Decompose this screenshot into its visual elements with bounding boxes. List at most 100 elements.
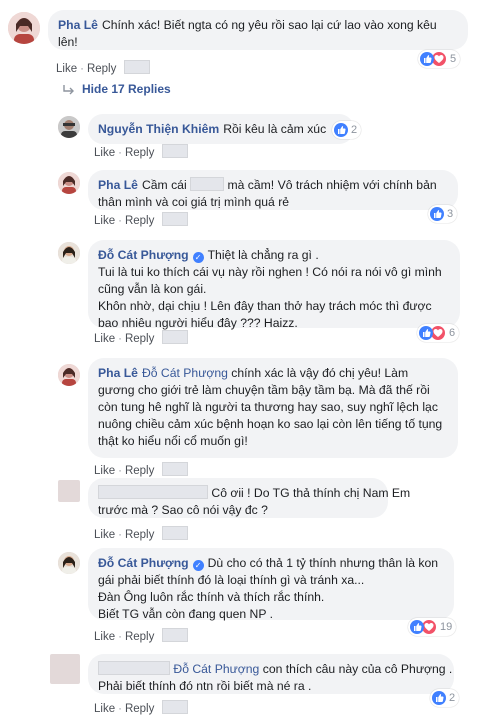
comment-text: Cô ơii ! Do TG thả thính chị Nam Em [211, 486, 411, 500]
comment-text: gái phải biết thính đó là loại thính gì … [98, 573, 365, 587]
comment-text: thân mình và coi giá trị mình quá rẻ [98, 195, 290, 209]
redacted-timestamp [123, 60, 150, 74]
reply-button[interactable]: Reply [125, 529, 154, 541]
comment-text: Cầm cái [141, 178, 187, 192]
comment-text: gương cho giới trẻ làm chuyện tầm bậy tầ… [98, 383, 430, 397]
reaction-count: 19 [440, 621, 453, 633]
comment-text: còn tung hê nghĩ là người ta thương hay … [98, 400, 438, 414]
comment-text: nuông chiều cảm xúc bệnh hoạn ko sao lại… [98, 417, 443, 431]
comment-actions: Like · Reply [94, 628, 188, 643]
avatar[interactable] [58, 552, 80, 574]
comment-actions: Like · Reply [56, 60, 150, 75]
separator: · [118, 215, 122, 227]
commenter-name[interactable]: Pha Lê [58, 18, 98, 32]
comment-text: Phải biết thính đó ntn rồi biết mà né ra… [98, 679, 312, 693]
comment-bubble: Đỗ Cát Phượng ✓ Dù cho có thả 1 tỷ thính n… [88, 548, 454, 621]
comment-bubble: Pha Lê Đỗ Cát Phượng chính xác là vậy đó … [88, 358, 458, 458]
comment-bubble: Đỗ Cát Phượng con thích câu này của cô P… [88, 654, 454, 694]
avatar[interactable] [8, 12, 40, 44]
avatar-image [58, 364, 80, 386]
reaction-summary[interactable]: 19 [408, 618, 457, 636]
avatar[interactable] [58, 480, 80, 502]
hide-replies-button[interactable]: Hide 17 Replies [62, 82, 171, 96]
reply-arrow-icon [62, 82, 76, 96]
like-reaction-icon [334, 123, 348, 137]
comment-text: Tui là tui ko thích cái vụ này rồi nghen… [98, 265, 442, 279]
avatar[interactable] [50, 654, 80, 684]
reply-button[interactable]: Reply [125, 703, 154, 715]
commenter-name[interactable]: Pha Lê [98, 178, 138, 192]
reply-button[interactable]: Reply [125, 631, 154, 643]
comment-actions: Like · Reply [94, 700, 188, 715]
redacted-timestamp [161, 330, 188, 344]
commenter-name[interactable]: Nguyễn Thiện Khiêm [98, 122, 219, 136]
reaction-summary[interactable]: 3 [428, 205, 458, 223]
separator: · [118, 703, 122, 715]
redacted-timestamp [161, 212, 188, 226]
reaction-summary[interactable]: 2 [332, 121, 362, 139]
reaction-summary[interactable]: 5 [418, 50, 461, 68]
separator: · [118, 631, 122, 643]
reaction-summary[interactable]: 6 [417, 324, 460, 342]
like-button[interactable]: Like [94, 147, 115, 159]
comment-text: Dù cho có thả 1 tỷ thính nhưng thân là k… [207, 556, 439, 570]
like-button[interactable]: Like [56, 63, 77, 75]
reaction-count: 2 [449, 692, 456, 704]
avatar[interactable] [58, 172, 80, 194]
commenter-name[interactable]: Pha Lê [98, 366, 138, 380]
mentioned-user[interactable]: Đỗ Cát Phượng [173, 662, 259, 676]
like-button[interactable]: Like [94, 215, 115, 227]
commenter-name[interactable]: Đỗ Cát Phượng [98, 248, 189, 262]
redacted-timestamp [161, 462, 188, 476]
comment-bubble: Nguyễn Thiện Khiêm Rồi kêu là cảm xúc [88, 114, 354, 144]
comment-text: Khôn nhờ, dại chịu ! Lên đây than thở ha… [98, 299, 432, 313]
verified-badge-icon: ✓ [192, 560, 204, 571]
reply-button[interactable]: Reply [125, 333, 154, 345]
comment-bubble: Pha Lê Cầm cái mà cầm! Vô trách nhiệm với… [88, 170, 458, 210]
reply-button[interactable]: Reply [125, 215, 154, 227]
comment-text: Rồi kêu là cảm xúc [223, 122, 327, 136]
like-reaction-icon [419, 326, 433, 340]
reaction-summary[interactable]: 2 [430, 689, 460, 707]
mentioned-user[interactable]: Đỗ Cát Phượng [142, 366, 228, 380]
like-reaction-icon [420, 52, 434, 66]
commenter-name[interactable]: Đỗ Cát Phượng [98, 556, 189, 570]
like-button[interactable]: Like [94, 631, 115, 643]
redacted-timestamp [161, 144, 188, 158]
comment-text: Thiệt là chẳng ra gì . [207, 248, 319, 262]
verified-badge-icon: ✓ [192, 252, 204, 263]
separator: · [118, 529, 122, 541]
avatar-image [58, 116, 80, 138]
avatar[interactable] [58, 116, 80, 138]
like-reaction-icon [432, 691, 446, 705]
comment-actions: Like · Reply [94, 212, 188, 227]
like-reaction-icon [430, 207, 444, 221]
comment-text: chính xác là vậy đó chị yêu! Làm [231, 366, 409, 380]
reaction-count: 3 [447, 208, 454, 220]
comment-bubble: Cô ơii ! Do TG thả thính chị Nam Em trướ… [88, 478, 410, 518]
like-reaction-icon [410, 620, 424, 634]
comment-text: Đàn Ông luôn rắc thính và thích rắc thín… [98, 590, 325, 604]
redacted-name [98, 485, 208, 499]
comment-actions: Like · Reply [94, 330, 188, 345]
comment-text: Biết TG vẫn còn đang quen NP . [98, 607, 274, 621]
comment-text: thật ko hiểu nổi cổ muốn gì! [98, 434, 248, 448]
avatar[interactable] [58, 242, 80, 264]
like-button[interactable]: Like [94, 465, 115, 477]
like-button[interactable]: Like [94, 333, 115, 345]
like-button[interactable]: Like [94, 703, 115, 715]
reply-button[interactable]: Reply [125, 147, 154, 159]
reply-button[interactable]: Reply [125, 465, 154, 477]
comment-text: mà cầm! Vô trách nhiệm với chính bản [227, 178, 437, 192]
comment-text: cũng vẫn là kon gái. [98, 282, 207, 296]
avatar-image [58, 552, 80, 574]
comment-bubble: Pha Lê Chính xác! Biết ngta có ng yêu rồi… [48, 10, 468, 50]
redacted-name [98, 661, 170, 675]
avatar[interactable] [58, 364, 80, 386]
like-button[interactable]: Like [94, 529, 115, 541]
separator: · [118, 333, 122, 345]
reply-button[interactable]: Reply [87, 63, 116, 75]
redacted-timestamp [161, 700, 188, 714]
avatar-image [58, 172, 80, 194]
redacted-text [190, 177, 225, 191]
